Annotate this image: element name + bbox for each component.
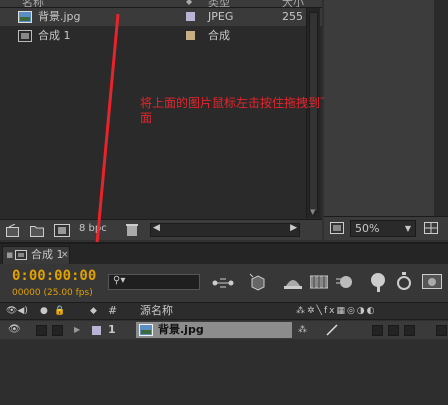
switch-box[interactable] xyxy=(388,325,399,336)
timeline-toolbar: 0:00:00:00 00000 (25.00 fps) ⚲▾ xyxy=(0,264,448,302)
composition-viewer: 50% ▼ xyxy=(324,0,448,240)
frame-blending-icon[interactable] xyxy=(310,274,328,290)
lock-icon[interactable]: 🔒 xyxy=(54,303,65,319)
motion-blur-icon[interactable] xyxy=(336,274,354,290)
av-features-icons[interactable]: 👁◀) xyxy=(6,303,28,319)
timeline-panel: ▪ 合成 1 × 0:00:00:00 00000 (25.00 fps) ⚲▾ xyxy=(0,242,448,405)
fps-display: 00000 (25.00 fps) xyxy=(12,288,93,298)
annotation-note: 将上面的图片鼠标左击按住拖拽到下面 xyxy=(140,96,333,125)
image-file-icon xyxy=(139,324,153,336)
switch-box[interactable] xyxy=(404,325,415,336)
zoom-value: 50% xyxy=(355,222,380,235)
zoom-dropdown[interactable]: 50% ▼ xyxy=(350,220,416,237)
tab-grip-icon: ▪ xyxy=(6,248,14,261)
layer-column-header: 👁◀) ● 🔒 ◆ # 源名称 ⁂✲╲fx▦◎◑◐ xyxy=(0,302,448,320)
draft-3d-icon[interactable] xyxy=(248,272,268,292)
stopwatch-icon[interactable] xyxy=(396,272,412,290)
layer-search-input[interactable]: ⚲▾ xyxy=(108,274,200,290)
viewer-canvas[interactable] xyxy=(324,0,434,216)
timeline-empty-area[interactable] xyxy=(0,340,448,405)
close-icon[interactable]: × xyxy=(61,247,69,263)
switch-box[interactable] xyxy=(436,325,447,336)
layer-name-cell[interactable]: 背景.jpg xyxy=(136,322,292,338)
switch-box[interactable] xyxy=(372,325,383,336)
quality-switch-icon[interactable] xyxy=(326,324,338,336)
region-of-interest-icon[interactable] xyxy=(424,222,438,234)
hide-shy-layers-icon[interactable] xyxy=(284,274,302,290)
graph-editor-icon[interactable] xyxy=(368,272,388,292)
composition-icon xyxy=(15,250,27,260)
column-source-name[interactable]: 源名称 xyxy=(140,303,173,319)
always-preview-icon[interactable] xyxy=(330,222,344,234)
search-icon: ⚲▾ xyxy=(113,275,126,286)
tab-label: 合成 1 xyxy=(31,248,64,261)
switches-icons[interactable]: ⁂✲╲fx▦◎◑◐ xyxy=(296,303,377,319)
timeline-tab-bar: ▪ 合成 1 × xyxy=(0,244,448,264)
lock-toggle[interactable] xyxy=(52,325,63,336)
render-queue-icon[interactable] xyxy=(422,274,442,290)
viewer-bottom-bar: 50% ▼ xyxy=(324,216,448,240)
layer-name: 背景.jpg xyxy=(158,323,204,336)
audio-toggle[interactable] xyxy=(36,325,47,336)
timecode[interactable]: 0:00:00:00 xyxy=(12,268,96,284)
column-number[interactable]: # xyxy=(108,303,117,319)
composition-mini-flowchart-icon[interactable] xyxy=(212,276,234,290)
tab-comp-1[interactable]: ▪ 合成 1 × xyxy=(2,246,70,264)
layer-label-swatch[interactable] xyxy=(92,326,101,335)
shy-switch-icon[interactable]: ⁂ xyxy=(298,321,307,339)
layer-row[interactable]: 👁 ▶ 1 背景.jpg ⁂ xyxy=(0,321,448,339)
solo-icon[interactable]: ● xyxy=(40,303,48,319)
visibility-eye-icon[interactable]: 👁 xyxy=(8,321,21,339)
viewer-scrollbar[interactable] xyxy=(434,0,448,216)
expand-arrow-icon[interactable]: ▶ xyxy=(74,321,80,339)
label-column-icon[interactable]: ◆ xyxy=(90,303,97,319)
layer-index: 1 xyxy=(108,323,116,336)
